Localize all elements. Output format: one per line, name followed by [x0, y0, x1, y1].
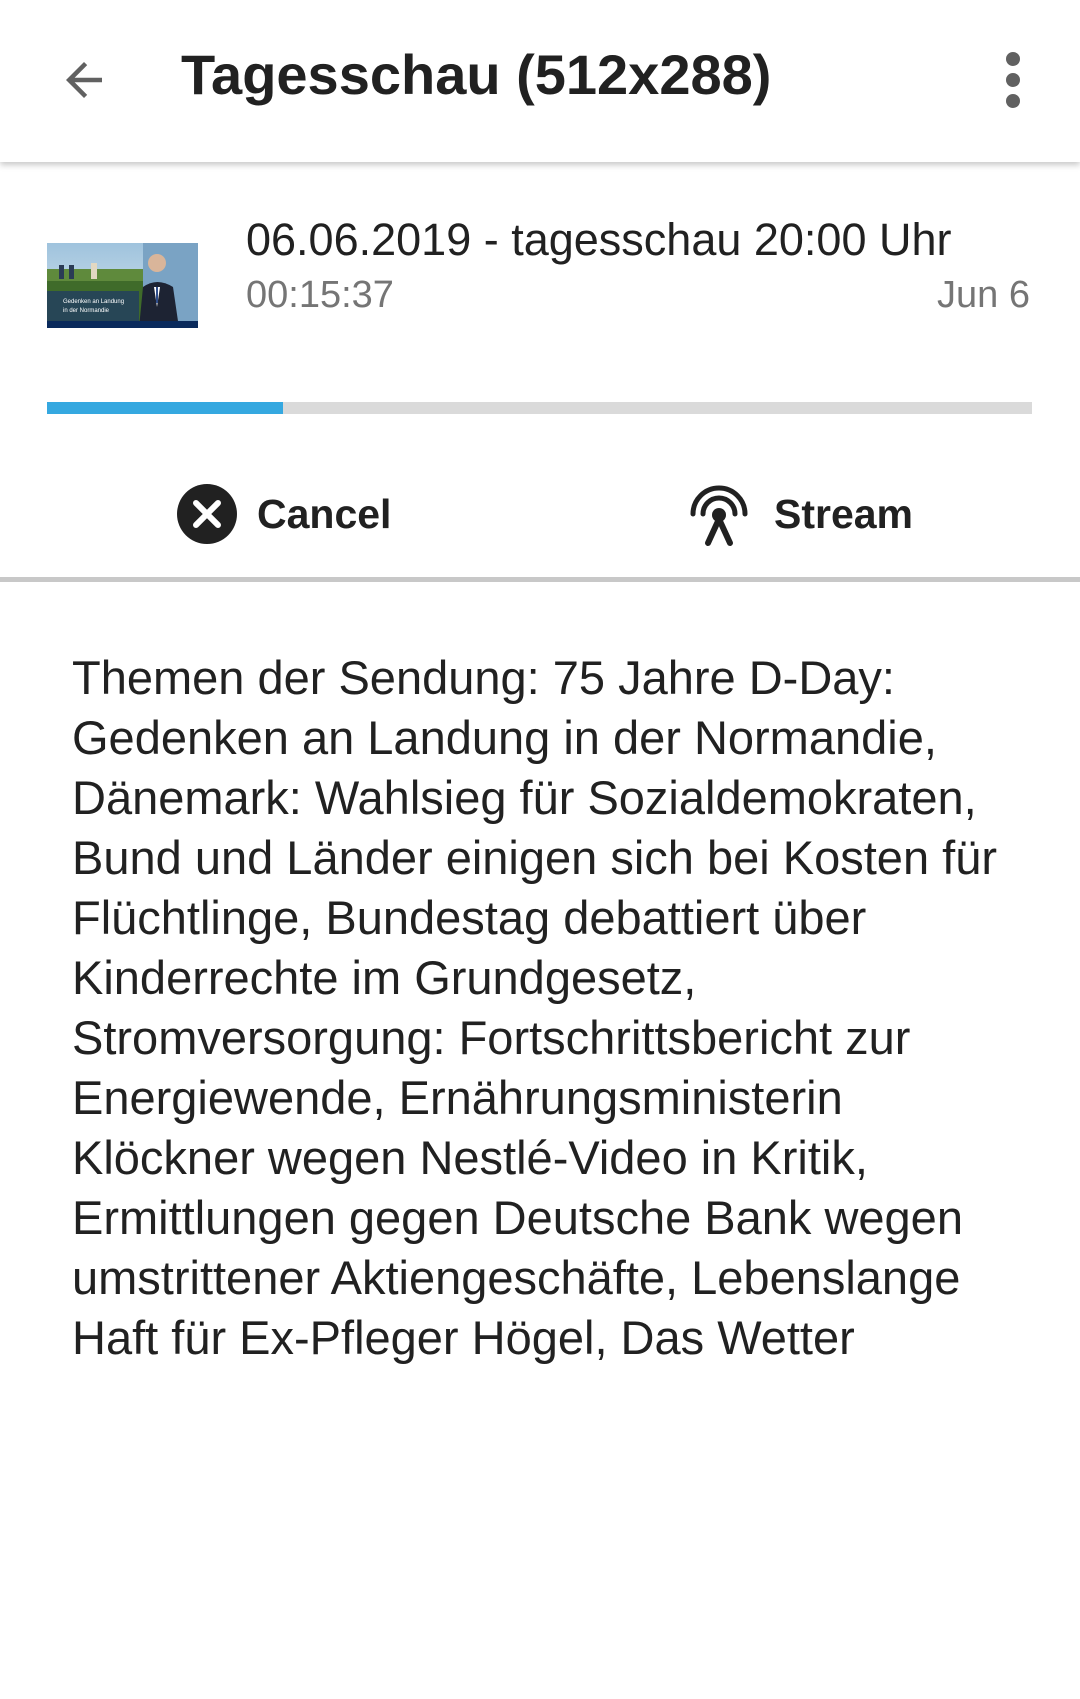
- stream-label: Stream: [774, 490, 914, 537]
- more-vertical-icon: [1006, 52, 1020, 108]
- arrow-left-icon: [66, 62, 102, 98]
- episode-thumbnail: Gedenken an Landung in der Normandie: [47, 243, 198, 328]
- episode-title: 06.06.2019 - tagesschau 20:00 Uhr: [246, 214, 952, 265]
- section-divider: [0, 577, 1080, 582]
- cancel-label: Cancel: [257, 490, 392, 537]
- cancel-button[interactable]: Cancel: [177, 464, 391, 564]
- svg-text:Gedenken an Landung: Gedenken an Landung: [63, 299, 124, 305]
- svg-text:in der Normandie: in der Normandie: [63, 308, 110, 314]
- back-button[interactable]: [44, 40, 124, 120]
- download-progress-bar: [47, 402, 1032, 414]
- episode-item: Gedenken an Landung in der Normandie 06.…: [0, 162, 1080, 582]
- episode-description: Themen der Sendung: 75 Jahre D-Day: Gede…: [72, 651, 997, 1364]
- episode-date: Jun 6: [937, 274, 1030, 316]
- app-toolbar: Tagesschau (512x288): [0, 0, 1080, 162]
- thumbnail-image: Gedenken an Landung in der Normandie: [47, 243, 198, 328]
- page-title: Tagesschau (512x288): [181, 43, 772, 106]
- download-progress-fill: [47, 402, 284, 414]
- cancel-circle-icon: [177, 484, 237, 544]
- episode-duration: 00:15:37: [246, 274, 394, 316]
- overflow-menu-button[interactable]: [980, 40, 1046, 120]
- stream-button[interactable]: Stream: [684, 464, 913, 564]
- stream-antenna-icon: [690, 485, 748, 546]
